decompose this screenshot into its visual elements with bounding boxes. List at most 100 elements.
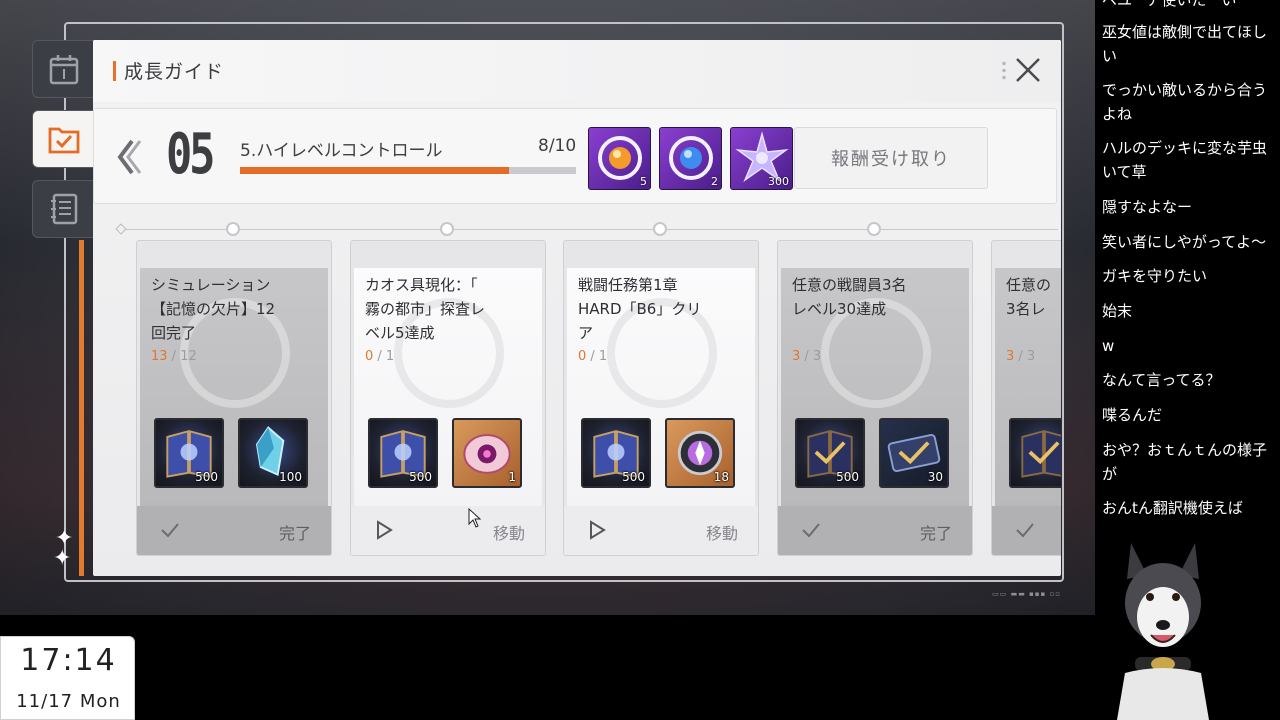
task-reward-item[interactable]: 1 — [452, 418, 522, 488]
task-progress-total: / 3 — [800, 349, 822, 364]
reward-quantity: 5 — [640, 175, 647, 188]
chat-message: 始末 — [1102, 302, 1133, 320]
task-title: 任意の戦闘員3名 レベル30達成 — [792, 276, 907, 318]
task-progress-total: / 1 — [373, 349, 395, 364]
chat-panel: ベユーア使いたーい 巫女値は敵側で出てほし い でっかい敵いるから合う よね ハ… — [1095, 0, 1280, 720]
more-dots-icon — [1002, 60, 1006, 82]
level-header: 05 5.ハイレベルコントロール 8/10 5 2 300 報酬受け取り — [93, 108, 1057, 204]
chat-message: 喋るんだ — [1102, 406, 1163, 424]
task-card[interactable]: 任意の 3名レ 3 / 3 5 — [991, 240, 1061, 556]
title-accent-bar — [113, 61, 116, 81]
task-action-label: 完了 — [278, 524, 311, 543]
clock-time: 17:14 — [20, 643, 117, 678]
close-icon[interactable] — [1013, 55, 1043, 85]
checkmark-icon — [802, 523, 820, 538]
claim-rewards-button[interactable]: 報酬受け取り — [794, 127, 988, 189]
item-quantity: 30 — [927, 470, 943, 484]
checkmark-icon — [1016, 523, 1034, 538]
task-title: シミュレーション 【記憶の欠片】12 回完了 — [151, 276, 276, 342]
task-card-footer: 移動 — [564, 506, 758, 555]
panel-header: 成長ガイド — [93, 40, 1061, 102]
task-reward-item[interactable]: 500 — [154, 418, 224, 488]
frame-accent-strip — [79, 240, 84, 576]
task-card[interactable]: 戦闘任務第1章 HARD「B6」クリ ア 0 / 1 500 18 移動 — [563, 240, 759, 556]
task-card-footer: 移動 — [351, 506, 545, 555]
chat-message: なんて言ってる？ — [1102, 371, 1221, 389]
tab-notes[interactable] — [32, 180, 94, 238]
task-reward-item[interactable]: 500 — [581, 418, 651, 488]
chat-message: ハルのデッキに変な芋虫 いて草 — [1102, 139, 1268, 181]
item-quantity: 1 — [508, 470, 516, 484]
mouse-cursor-icon — [468, 508, 482, 528]
chat-message: でっかい敵いるから合う よね — [1102, 81, 1268, 123]
reward-slot[interactable]: 5 — [588, 127, 651, 190]
book-checked-icon — [1021, 430, 1061, 478]
calendar-icon — [49, 55, 78, 85]
double-chevron-left-icon[interactable] — [112, 137, 142, 177]
reward-quantity: 2 — [711, 175, 718, 188]
tab-calendar[interactable] — [32, 40, 94, 98]
task-progress-total: / 12 — [167, 349, 197, 364]
tab-growth-guide[interactable] — [32, 110, 94, 168]
frame-footer-glyphs: ▭▭ ▬▬ ▪▪▪ ▫▫ — [992, 590, 1061, 598]
play-icon[interactable] — [373, 519, 395, 541]
item-quantity: 100 — [279, 470, 302, 484]
chat-message: おや？おｔんｔんの様子 が — [1102, 441, 1268, 483]
checkmark-icon — [161, 523, 179, 538]
rail-diamond — [115, 223, 127, 235]
task-progress: 0 / 1 — [365, 349, 394, 364]
clock-widget: 17:14 11/17 Mon — [0, 636, 135, 720]
item-quantity: 500 — [195, 470, 218, 484]
item-quantity: 18 — [713, 470, 729, 484]
sparkle-icon: ✦ — [53, 546, 72, 571]
husky-avatar — [1117, 543, 1209, 720]
level-number: 05 — [166, 122, 216, 187]
task-card[interactable]: 任意の戦闘員3名 レベル30達成 3 / 3 500 30 完了 — [777, 240, 973, 556]
task-action-label[interactable]: 移動 — [706, 520, 738, 544]
chat-message: 笑い者にしやがってよ～ — [1102, 233, 1267, 251]
task-progress-current: 13 — [151, 349, 168, 364]
chat-message: ベユーア使いたーい — [1102, 0, 1237, 9]
clock-date: 11/17 Mon — [16, 691, 121, 712]
task-card-footer: 完了 — [778, 506, 972, 555]
task-card-footer — [992, 506, 1061, 555]
task-card[interactable]: シミュレーション 【記憶の欠片】12 回完了 13 / 12 500 100 完… — [136, 240, 332, 556]
task-reward-item[interactable]: 100 — [238, 418, 308, 488]
level-progress-bar — [240, 167, 576, 174]
chat-message: w — [1102, 337, 1115, 355]
checked-folder-icon — [48, 127, 79, 154]
level-progress-fill — [240, 167, 509, 174]
item-quantity: 500 — [622, 470, 645, 484]
chat-message: 巫女値は敵側で出てほし い — [1102, 23, 1268, 65]
level-progress-count: 8/10 — [538, 136, 577, 156]
task-title: 任意の 3名レ — [1006, 276, 1052, 318]
task-progress-total: / 3 — [1014, 349, 1036, 364]
task-card[interactable]: カオス具現化：「 霧の都市」探査レ ベル5達成 0 / 1 500 1 移動 — [350, 240, 546, 556]
task-progress: 13 / 12 — [151, 349, 197, 364]
task-reward-item[interactable]: 5 — [1009, 418, 1061, 488]
task-action-label: 完了 — [919, 524, 952, 543]
chat-message: おんtん翻訳機使えば — [1102, 499, 1243, 517]
task-progress: 3 / 3 — [1006, 349, 1035, 364]
play-icon[interactable] — [586, 519, 608, 541]
task-card-footer: 完了 — [137, 506, 331, 555]
reward-quantity: 300 — [768, 175, 789, 188]
task-title: 戦闘任務第1章 HARD「B6」クリ ア — [578, 276, 702, 342]
task-title: カオス具現化：「 霧の都市」探査レ ベル5達成 — [365, 276, 486, 342]
level-name: 5.ハイレベルコントロール — [240, 141, 443, 161]
task-action-label[interactable]: 移動 — [493, 520, 525, 544]
task-reward-item[interactable]: 18 — [665, 418, 735, 488]
chat-message: ガキを守りたい — [1102, 267, 1208, 285]
reward-slot[interactable]: 2 — [659, 127, 722, 190]
task-reward-item[interactable]: 500 — [368, 418, 438, 488]
game-window: ✦ ✦ ▭▭ ▬▬ ▪▪▪ ▫▫ 成長ガイド 05 5.ハイレベルコントロール … — [0, 0, 1095, 615]
panel-title: 成長ガイド — [124, 61, 225, 83]
chat-message: 隠すなよなー — [1102, 198, 1193, 216]
growth-guide-panel: 成長ガイド 05 5.ハイレベルコントロール 8/10 5 2 300 報酬受け… — [93, 40, 1061, 576]
task-progress: 3 / 3 — [792, 349, 821, 364]
task-reward-item[interactable]: 500 — [795, 418, 865, 488]
reward-slot[interactable]: 300 — [730, 127, 793, 190]
item-quantity: 500 — [409, 470, 432, 484]
item-quantity: 500 — [836, 470, 859, 484]
task-reward-item[interactable]: 30 — [879, 418, 949, 488]
